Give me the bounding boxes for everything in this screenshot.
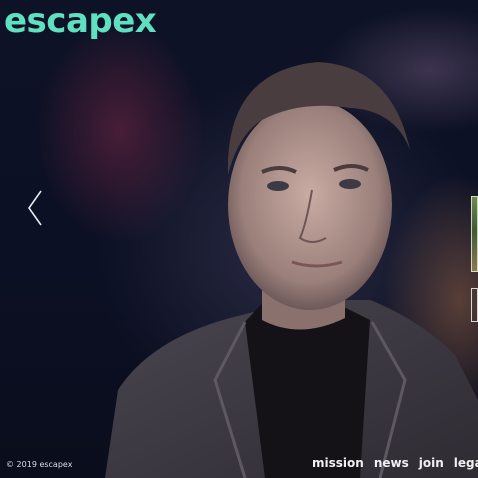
chevron-left-icon	[28, 190, 42, 226]
nav-item-legal[interactable]: legal	[454, 456, 478, 470]
carousel-prev-button[interactable]	[26, 188, 46, 228]
nav-item-join[interactable]: join	[419, 456, 444, 470]
hero-portrait-image	[105, 62, 478, 478]
carousel-next-thumbnail[interactable]	[471, 196, 478, 272]
nav-item-mission[interactable]: mission	[312, 456, 364, 470]
copyright-text: © 2019 escapex	[6, 460, 73, 469]
brand-logo[interactable]: escapex	[4, 4, 157, 38]
carousel-next-button[interactable]	[471, 288, 478, 322]
footer-nav: mission news join legal	[312, 456, 478, 470]
nav-item-news[interactable]: news	[374, 456, 409, 470]
